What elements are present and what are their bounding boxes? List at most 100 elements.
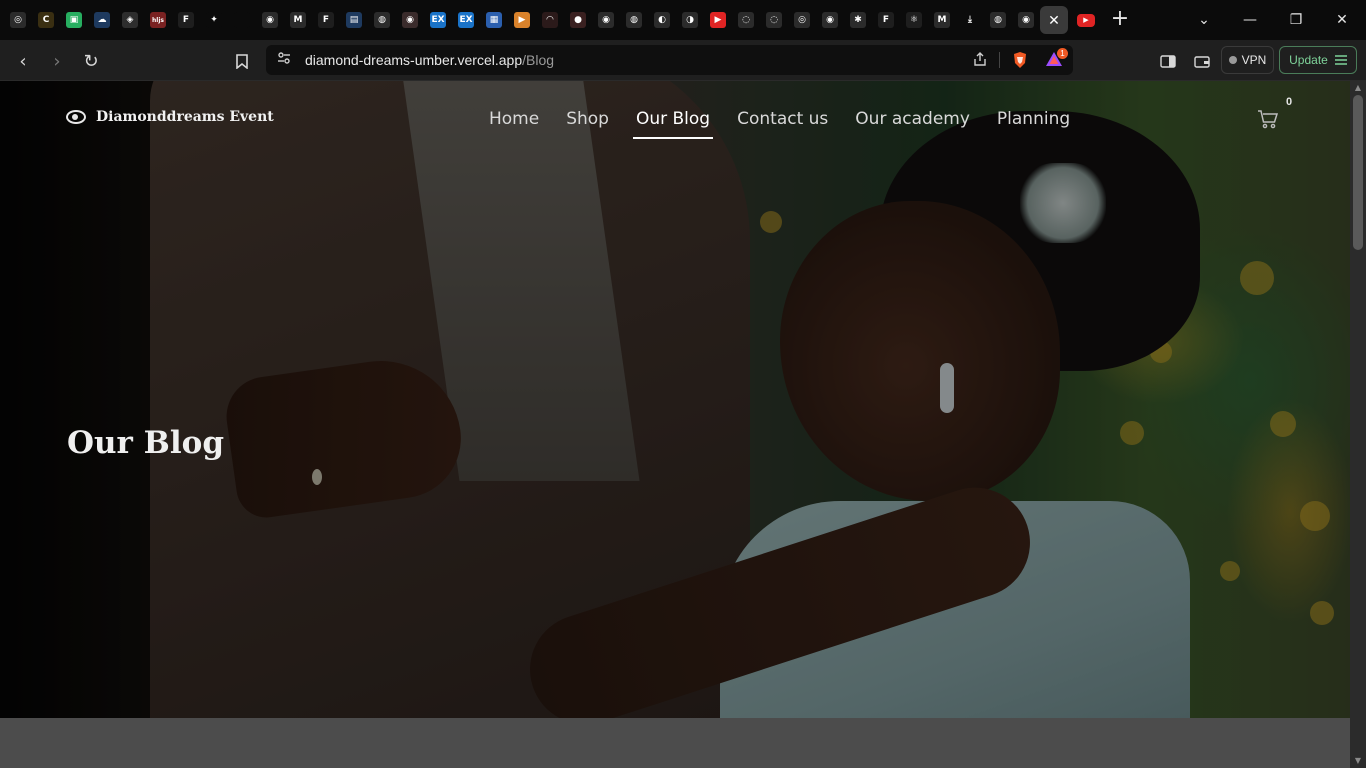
tab[interactable]: ◉	[1012, 6, 1040, 34]
tab-search-button[interactable]: ⌄	[1192, 8, 1216, 32]
scrollbar-thumb[interactable]	[1353, 95, 1363, 250]
vpn-status-icon	[1228, 56, 1237, 64]
c-letter-icon: C	[38, 12, 54, 28]
tab[interactable]: ☁	[88, 6, 116, 34]
tab-close-icon[interactable]: ✕	[1048, 12, 1060, 29]
minimize-button[interactable]: —	[1238, 8, 1262, 32]
tab[interactable]: ◑	[676, 6, 704, 34]
reload-icon: ↻	[83, 50, 99, 72]
tab[interactable]: ◍	[620, 6, 648, 34]
scroll-down-icon[interactable]: ▼	[1353, 757, 1363, 765]
reload-button[interactable]: ↻	[78, 48, 104, 74]
tab[interactable]: ⚛	[900, 6, 928, 34]
tab[interactable]: F	[872, 6, 900, 34]
tab[interactable]: ▣	[60, 6, 88, 34]
main-nav: Home Shop Our Blog Contact us Our academ…	[489, 109, 1097, 139]
tab[interactable]: ◉	[816, 6, 844, 34]
brave-shields-icon[interactable]	[1011, 51, 1029, 69]
url-host: diamond-dreams-umber.vercel.app	[305, 52, 523, 68]
tab[interactable]: hljs	[144, 6, 172, 34]
tab[interactable]: ◎	[788, 6, 816, 34]
tab[interactable]: ◠	[536, 6, 564, 34]
sidebar-icon	[1160, 54, 1176, 68]
nav-our-blog[interactable]: Our Blog	[632, 109, 714, 139]
brand-name: Diamonddreams Event	[96, 109, 274, 125]
bookmark-icon	[236, 53, 248, 69]
restore-button[interactable]: ❐	[1284, 8, 1308, 32]
site-header: Diamonddreams Event Home Shop Our Blog C…	[0, 81, 1350, 161]
scroll-up-icon[interactable]: ▲	[1353, 84, 1363, 92]
wallet-button[interactable]	[1189, 48, 1215, 74]
tab[interactable]	[228, 6, 256, 34]
tab[interactable]: ◌	[760, 6, 788, 34]
tab[interactable]: C	[32, 6, 60, 34]
tab-strip: ◎ C ▣ ☁ ◈ hljs F ✦ ◉ M F ▤ ◍ ◉ EX EX ▦ ▶ ◠ ● ◉ ◍ ◐ ◑ ▶ ◌ ◌ ◎ ◉ ✱ F ⚛ M ⤓ ◍…	[0, 0, 1366, 40]
gemini-icon: ✦	[206, 12, 222, 28]
forward-button[interactable]: ›	[44, 48, 70, 74]
cart-button[interactable]	[1256, 107, 1280, 131]
update-button[interactable]: Update	[1279, 46, 1357, 74]
brand-link[interactable]: Diamonddreams Event	[66, 109, 274, 125]
url-divider	[999, 52, 1000, 68]
hero-overlay	[0, 81, 1350, 718]
tab[interactable]: EX	[452, 6, 480, 34]
figma-icon: F	[878, 12, 894, 28]
react-icon: ⚛	[906, 12, 922, 28]
figma-icon: ◑	[682, 12, 698, 28]
nav-shop[interactable]: Shop	[566, 109, 609, 139]
vpn-button[interactable]: VPN	[1221, 46, 1274, 74]
sidebar-toggle-button[interactable]	[1155, 48, 1181, 74]
nav-planning[interactable]: Planning	[997, 109, 1070, 139]
cart-icon	[1258, 110, 1279, 129]
github-icon: ◉	[598, 12, 614, 28]
tab[interactable]: ⤓	[956, 6, 984, 34]
tab[interactable]: F	[312, 6, 340, 34]
tab[interactable]: ◈	[116, 6, 144, 34]
ex-icon: EX	[458, 12, 474, 28]
tab[interactable]: ▶	[704, 6, 732, 34]
bookmark-button[interactable]	[229, 48, 255, 74]
site-info-icon[interactable]	[275, 51, 293, 69]
github-icon: ◉	[262, 12, 278, 28]
tab[interactable]: M	[928, 6, 956, 34]
tab[interactable]: ✱	[844, 6, 872, 34]
tab[interactable]: ◉	[592, 6, 620, 34]
active-tab[interactable]: ✕	[1040, 6, 1068, 34]
back-button[interactable]: ‹	[10, 48, 36, 74]
close-window-button[interactable]: ✕	[1330, 8, 1354, 32]
ex-icon: EX	[430, 12, 446, 28]
codesandbox-icon: ◈	[122, 12, 138, 28]
tab[interactable]: ◍	[368, 6, 396, 34]
cloud-icon: ☁	[94, 12, 110, 28]
page-scrollbar[interactable]: ▲ ▼	[1350, 81, 1366, 768]
tab[interactable]: ▶	[508, 6, 536, 34]
tab[interactable]: ●	[564, 6, 592, 34]
globe-icon: ◍	[990, 12, 1006, 28]
nav-home[interactable]: Home	[489, 109, 539, 139]
tab[interactable]: ✦	[200, 6, 228, 34]
play-icon: ▶	[514, 12, 530, 28]
nav-our-academy[interactable]: Our academy	[855, 109, 970, 139]
tab[interactable]: ◐	[648, 6, 676, 34]
tab[interactable]: M	[284, 6, 312, 34]
tab-youtube[interactable]: ▶	[1072, 12, 1100, 28]
tab[interactable]: EX	[424, 6, 452, 34]
download-icon: ⤓	[962, 12, 978, 28]
new-tab-button[interactable]: +	[1108, 8, 1132, 32]
tab[interactable]: ◉	[256, 6, 284, 34]
hljs-icon: hljs	[150, 12, 166, 28]
tab[interactable]: ◌	[732, 6, 760, 34]
nav-contact-us[interactable]: Contact us	[737, 109, 828, 139]
tab[interactable]: ▤	[340, 6, 368, 34]
update-label: Update	[1289, 53, 1328, 67]
share-icon[interactable]	[971, 51, 989, 69]
address-bar[interactable]: diamond-dreams-umber.vercel.app/Blog 1	[266, 45, 1073, 75]
tab[interactable]: F	[172, 6, 200, 34]
tab[interactable]: ◎	[4, 6, 32, 34]
tab[interactable]: ◍	[984, 6, 1012, 34]
tab[interactable]: ◉	[396, 6, 424, 34]
tab[interactable]: ▦	[480, 6, 508, 34]
gmail-icon: M	[290, 12, 306, 28]
chevron-down-icon: ⌄	[1198, 12, 1210, 28]
color-icon: ✱	[850, 12, 866, 28]
